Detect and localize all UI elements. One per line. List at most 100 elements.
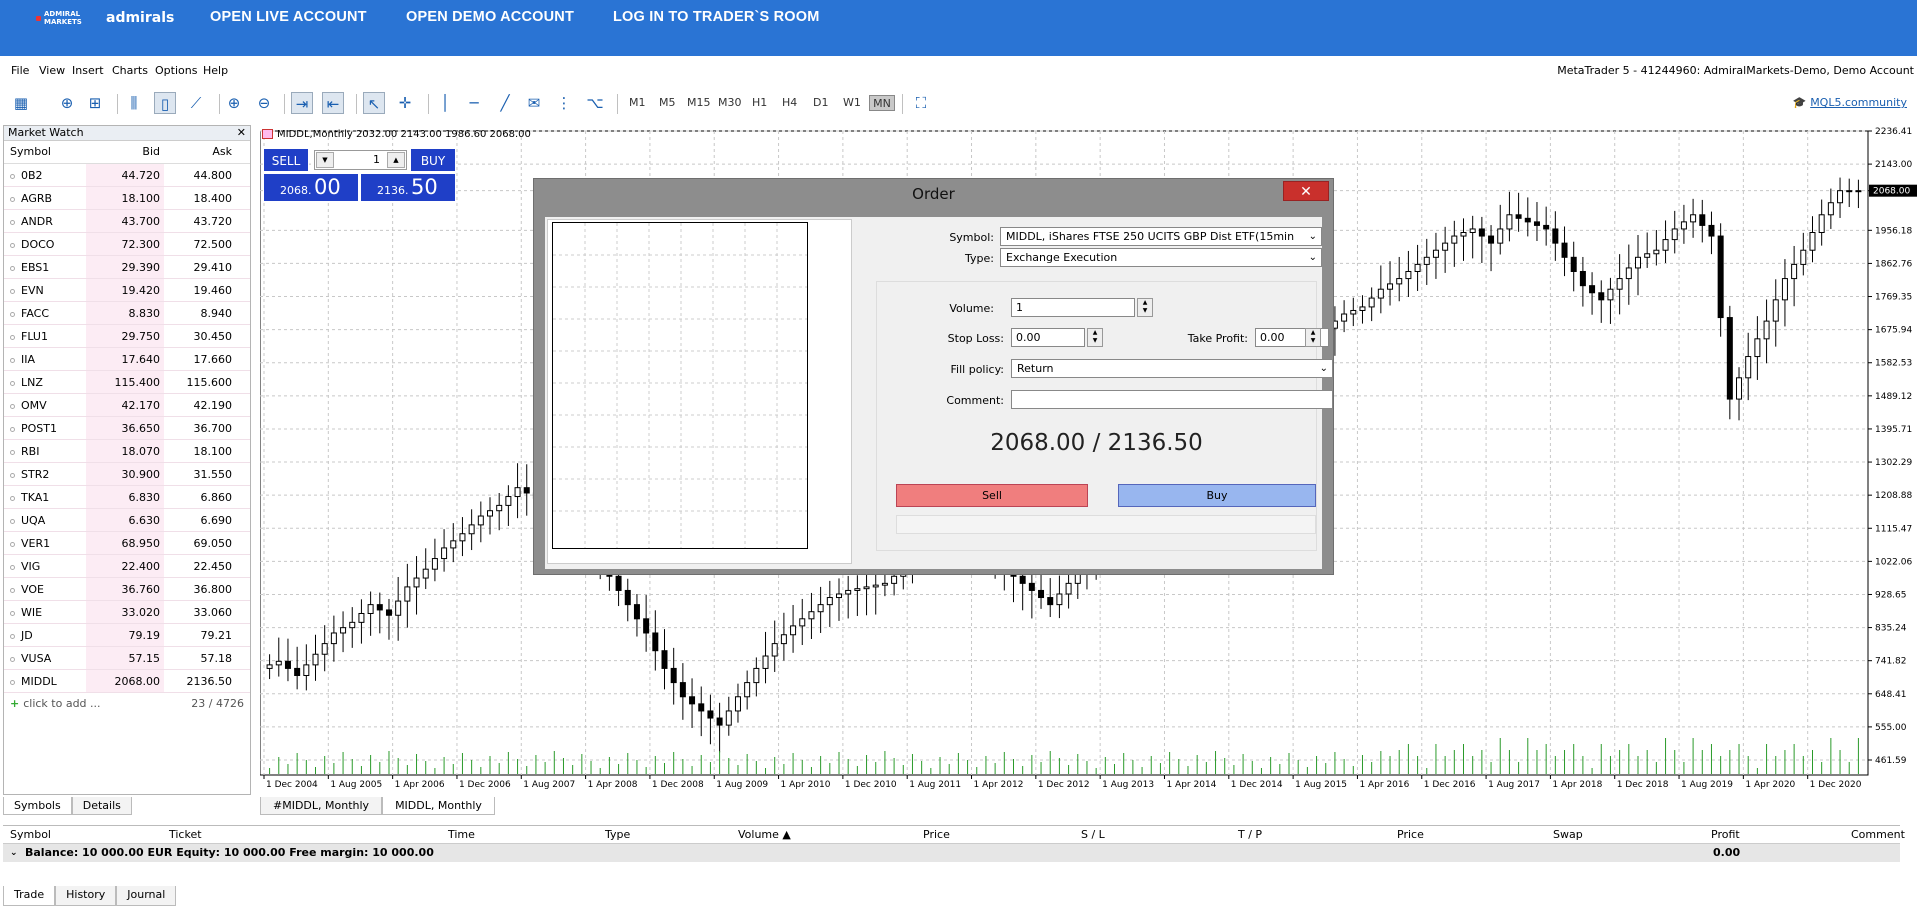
symbol-select[interactable]: MIDDL, iShares FTSE 250 UCITS GBP Dist E…	[1000, 227, 1322, 260]
new-chart-icon[interactable]: ▦	[10, 92, 32, 114]
open-demo-account-link[interactable]: OPEN DEMO ACCOUNT	[406, 9, 574, 25]
tf-mn[interactable]: MN	[869, 95, 895, 111]
market-watch-row[interactable]: EBS1 29.390 29.410	[4, 256, 250, 279]
one-click-buy-price[interactable]: 2136. 50	[360, 173, 456, 202]
stop-loss-input[interactable]: 0.00	[1011, 328, 1085, 347]
market-watch-row[interactable]: DOCO 72.300 72.500	[4, 233, 250, 256]
market-watch-row[interactable]: RBI 18.070 18.100	[4, 440, 250, 463]
tab-chart-hash-middl[interactable]: #MIDDL, Monthly	[260, 797, 383, 815]
zoom-in-icon[interactable]: ⊕	[223, 92, 245, 114]
menu-charts[interactable]: Charts	[112, 64, 148, 77]
comment-input[interactable]	[1011, 390, 1333, 409]
col-term-swap[interactable]: Swap	[1553, 826, 1583, 844]
tab-chart-middl[interactable]: MIDDL, Monthly	[382, 797, 495, 815]
tab-symbols[interactable]: Symbols	[3, 797, 72, 815]
bar-chart-icon[interactable]: ⫼	[123, 92, 145, 114]
one-click-buy-button[interactable]: BUY	[410, 148, 456, 172]
fibonacci-icon[interactable]: ⋮	[553, 92, 575, 114]
cursor-icon[interactable]: ↖	[363, 92, 385, 114]
tf-m5[interactable]: M5	[659, 95, 676, 111]
auto-scroll-icon[interactable]: ⇥	[291, 92, 313, 114]
market-watch-row[interactable]: VIG 22.400 22.450	[4, 555, 250, 578]
market-watch-row[interactable]: OMV 42.170 42.190	[4, 394, 250, 417]
market-watch-row[interactable]: FACC 8.830 8.940	[4, 302, 250, 325]
col-term-tp[interactable]: T / P	[1238, 826, 1262, 844]
stop-loss-spinner[interactable]: ▲ ▼	[1087, 328, 1103, 347]
balance-row[interactable]: ⌄ Balance: 10 000.00 EUR Equity: 10 000.…	[3, 844, 1900, 862]
candlestick-icon[interactable]: ▯	[154, 92, 176, 114]
tf-w1[interactable]: W1	[843, 95, 861, 111]
menu-insert[interactable]: Insert	[72, 64, 104, 77]
col-term-volume[interactable]: Volume ▲	[738, 826, 791, 844]
zoom-out-icon[interactable]: ⊖	[253, 92, 275, 114]
shapes-icon[interactable]: ⌥	[584, 92, 606, 114]
market-watch-row[interactable]: EVN 19.420 19.460	[4, 279, 250, 302]
col-term-type[interactable]: Type	[605, 826, 630, 844]
tf-h4[interactable]: H4	[782, 95, 797, 111]
col-term-sl[interactable]: S / L	[1081, 826, 1105, 844]
collapse-icon[interactable]: ⌄	[10, 844, 18, 862]
tab-journal[interactable]: Journal	[116, 886, 177, 906]
tf-h1[interactable]: H1	[752, 95, 767, 111]
market-watch-close-icon[interactable]: ✕	[237, 126, 246, 140]
col-term-price2[interactable]: Price	[1397, 826, 1424, 844]
add-symbol-row[interactable]: + click to add ... 23 / 4726	[4, 693, 250, 715]
tab-details[interactable]: Details	[71, 797, 132, 815]
menu-file[interactable]: File	[11, 64, 29, 77]
menu-options[interactable]: Options	[155, 64, 197, 77]
horizontal-line-icon[interactable]: ─	[463, 92, 485, 114]
col-term-time[interactable]: Time	[448, 826, 475, 844]
one-click-volume[interactable]: ▼ 1 ▲	[314, 150, 407, 170]
market-watch-row[interactable]: TKA1 6.830 6.860	[4, 486, 250, 509]
volume-input[interactable]: 1	[1011, 298, 1135, 317]
market-watch-row[interactable]: MIDDL 2068.00 2136.50	[4, 670, 250, 693]
algo-trading-icon[interactable]: ⊞	[84, 92, 106, 114]
market-watch-row[interactable]: WIE 33.020 33.060	[4, 601, 250, 624]
col-symbol[interactable]: Symbol	[4, 141, 86, 163]
one-click-sell-button[interactable]: SELL	[263, 148, 309, 172]
col-bid[interactable]: Bid	[86, 141, 164, 163]
order-close-button[interactable]: ✕	[1283, 181, 1329, 201]
tab-history[interactable]: History	[55, 886, 117, 906]
volume-down-icon[interactable]: ▼	[316, 152, 334, 168]
market-watch-row[interactable]: FLU1 29.750 30.450	[4, 325, 250, 348]
market-watch-row[interactable]: LNZ 115.400 115.600	[4, 371, 250, 394]
vertical-line-icon[interactable]: │	[434, 92, 456, 114]
market-watch-row[interactable]: IIA 17.640 17.660	[4, 348, 250, 371]
tf-d1[interactable]: D1	[813, 95, 828, 111]
tf-m15[interactable]: M15	[687, 95, 711, 111]
col-term-price[interactable]: Price	[923, 826, 950, 844]
fullscreen-icon[interactable]: ⛶	[910, 92, 932, 114]
col-term-ticket[interactable]: Ticket	[169, 826, 202, 844]
market-watch-row[interactable]: VOE 36.760 36.800	[4, 578, 250, 601]
market-watch-row[interactable]: JD 79.19 79.21	[4, 624, 250, 647]
text-label-icon[interactable]: ✉	[523, 92, 545, 114]
market-watch-row[interactable]: STR2 30.900 31.550	[4, 463, 250, 486]
tf-m30[interactable]: M30	[718, 95, 742, 111]
crosshair-icon[interactable]: ✛	[394, 92, 416, 114]
fill-policy-select[interactable]: Return ⌄	[1011, 359, 1333, 378]
col-ask[interactable]: Ask	[164, 141, 238, 163]
mql5-community-link[interactable]: 🎓 MQL5.community	[1792, 96, 1907, 109]
market-watch-row[interactable]: POST1 36.650 36.700	[4, 417, 250, 440]
trend-line-icon[interactable]: ╱	[494, 92, 516, 114]
admirals-logo[interactable]: ADMIRAL MARKETS admirals	[36, 10, 174, 26]
market-watch-row[interactable]: ANDR 43.700 43.720	[4, 210, 250, 233]
market-watch-row[interactable]: VUSA 57.15 57.18	[4, 647, 250, 670]
volume-up-icon[interactable]: ▲	[387, 152, 405, 168]
col-term-symbol[interactable]: Symbol	[10, 826, 51, 844]
take-profit-spinner[interactable]: ▲ ▼	[1305, 328, 1321, 347]
order-buy-button[interactable]: Buy	[1118, 484, 1316, 507]
col-term-profit[interactable]: Profit	[1711, 826, 1740, 844]
open-live-account-link[interactable]: OPEN LIVE ACCOUNT	[210, 9, 367, 25]
new-profile-icon[interactable]: ⊕	[56, 92, 78, 114]
tab-trade[interactable]: Trade	[3, 886, 56, 906]
menu-help[interactable]: Help	[203, 64, 228, 77]
market-watch-row[interactable]: 0B2 44.720 44.800	[4, 164, 250, 187]
market-watch-row[interactable]: UQA 6.630 6.690	[4, 509, 250, 532]
chart-shift-icon[interactable]: ⇤	[322, 92, 344, 114]
type-select[interactable]: Exchange Execution ⌄	[1000, 248, 1322, 267]
market-watch-row[interactable]: AGRB 18.100 18.400	[4, 187, 250, 210]
tf-m1[interactable]: M1	[629, 95, 646, 111]
menu-view[interactable]: View	[39, 64, 65, 77]
